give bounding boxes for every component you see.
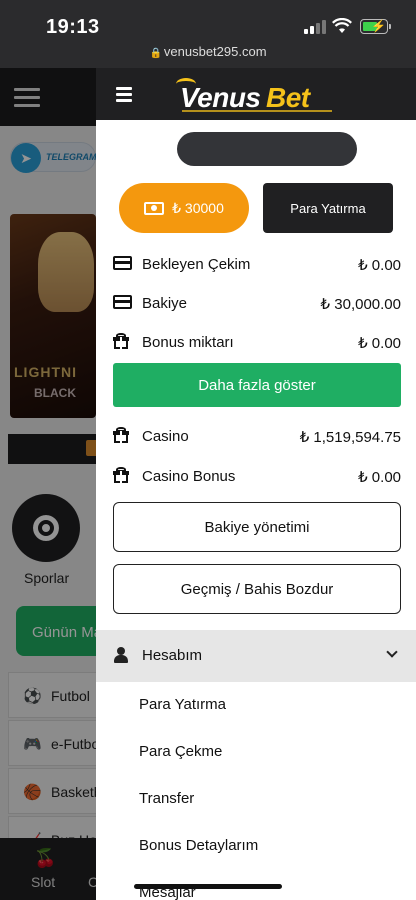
- pending-withdrawal-row: Bekleyen Çekim ₺ 0.00: [113, 254, 401, 276]
- menu-link-withdraw[interactable]: Para Çekme: [139, 743, 222, 760]
- row-label: Casino: [142, 428, 189, 445]
- show-more-button[interactable]: Daha fazla göster: [113, 363, 401, 407]
- row-label: Bonus miktarı: [142, 334, 234, 351]
- drawer-header: Venus Bet: [96, 68, 416, 120]
- lock-icon: 🔒: [149, 48, 162, 59]
- account-section-toggle[interactable]: Hesabım: [96, 630, 416, 682]
- balance-label: ₺ 30000: [172, 199, 224, 216]
- chevron-down-icon: [386, 646, 398, 658]
- menu-link-transfer[interactable]: Transfer: [139, 790, 194, 807]
- deposit-button[interactable]: Para Yatırma: [263, 183, 393, 233]
- row-label: Bekleyen Çekim: [142, 256, 251, 273]
- user-icon: [114, 647, 128, 663]
- account-label: Hesabım: [142, 647, 203, 664]
- balance-row: Bakiye ₺ 30,000.00: [113, 293, 401, 315]
- clock: 19:13: [46, 16, 100, 38]
- cash-icon: [144, 201, 165, 215]
- url-text: venusbet295.com: [163, 44, 267, 59]
- row-value: ₺ 0.00: [358, 335, 401, 352]
- balance-management-button[interactable]: Bakiye yönetimi: [113, 502, 401, 552]
- home-indicator[interactable]: [134, 884, 282, 889]
- menu-link-deposit[interactable]: Para Yatırma: [139, 696, 226, 713]
- casino-bonus-row: Casino Bonus ₺ 0.00: [113, 466, 401, 488]
- side-drawer: Venus Bet ₺ 30000 Para Yatırma Bekleyen …: [96, 68, 416, 900]
- close-menu-icon[interactable]: [116, 87, 132, 105]
- casino-row: Casino ₺ 1,519,594.75: [113, 426, 401, 448]
- row-value: ₺ 1,519,594.75: [299, 429, 401, 446]
- gift-icon: [113, 467, 129, 483]
- row-value: ₺ 0.00: [358, 469, 401, 486]
- username-pill: [177, 132, 357, 166]
- row-label: Bakiye: [142, 295, 188, 312]
- bonus-amount-row: Bonus miktarı ₺ 0.00: [113, 332, 401, 354]
- wifi-icon: [332, 18, 352, 33]
- battery-icon: ⚡: [360, 19, 391, 34]
- row-value: ₺ 30,000.00: [320, 296, 401, 313]
- card-icon: [113, 295, 132, 309]
- menu-link-bonus-details[interactable]: Bonus Detaylarım: [139, 837, 258, 854]
- row-label: Casino Bonus: [142, 468, 236, 485]
- card-icon: [113, 256, 132, 270]
- venusbet-logo[interactable]: Venus Bet: [176, 76, 336, 116]
- gift-icon: [113, 427, 129, 443]
- balance-button[interactable]: ₺ 30000: [119, 183, 249, 233]
- row-value: ₺ 0.00: [358, 257, 401, 274]
- cellular-signal-icon: [304, 20, 326, 34]
- address-bar[interactable]: 🔒 venusbet295.com: [0, 44, 416, 59]
- status-bar: 19:13 ⚡ 🔒 venusbet295.com: [0, 0, 416, 68]
- history-button[interactable]: Geçmiş / Bahis Bozdur: [113, 564, 401, 614]
- gift-icon: [113, 333, 129, 349]
